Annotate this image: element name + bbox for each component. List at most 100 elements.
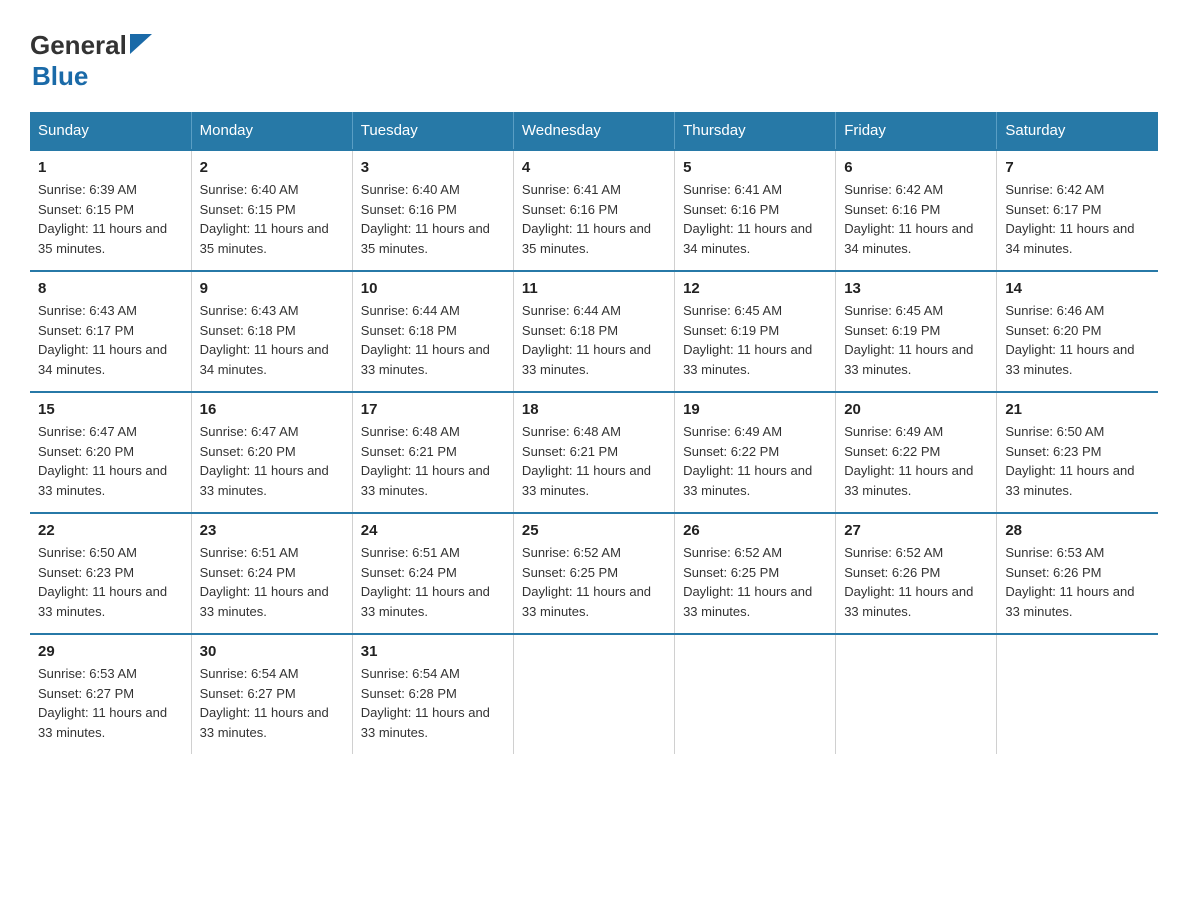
day-info: Sunrise: 6:44 AMSunset: 6:18 PMDaylight:… xyxy=(522,303,651,377)
calendar-cell: 24 Sunrise: 6:51 AMSunset: 6:24 PMDaylig… xyxy=(352,513,513,634)
calendar-week-row: 15 Sunrise: 6:47 AMSunset: 6:20 PMDaylig… xyxy=(30,392,1158,513)
calendar-week-row: 1 Sunrise: 6:39 AMSunset: 6:15 PMDayligh… xyxy=(30,150,1158,271)
calendar-cell xyxy=(675,634,836,754)
calendar-cell: 31 Sunrise: 6:54 AMSunset: 6:28 PMDaylig… xyxy=(352,634,513,754)
day-number: 15 xyxy=(38,401,183,418)
calendar-cell: 29 Sunrise: 6:53 AMSunset: 6:27 PMDaylig… xyxy=(30,634,191,754)
day-info: Sunrise: 6:51 AMSunset: 6:24 PMDaylight:… xyxy=(200,545,329,619)
calendar-cell: 27 Sunrise: 6:52 AMSunset: 6:26 PMDaylig… xyxy=(836,513,997,634)
page-header: General Blue xyxy=(30,30,1158,92)
day-info: Sunrise: 6:40 AMSunset: 6:16 PMDaylight:… xyxy=(361,182,490,256)
day-info: Sunrise: 6:53 AMSunset: 6:26 PMDaylight:… xyxy=(1005,545,1134,619)
day-number: 31 xyxy=(361,643,505,660)
calendar-cell: 1 Sunrise: 6:39 AMSunset: 6:15 PMDayligh… xyxy=(30,150,191,271)
calendar-cell: 8 Sunrise: 6:43 AMSunset: 6:17 PMDayligh… xyxy=(30,271,191,392)
day-number: 21 xyxy=(1005,401,1150,418)
day-number: 8 xyxy=(38,280,183,297)
calendar-cell: 14 Sunrise: 6:46 AMSunset: 6:20 PMDaylig… xyxy=(997,271,1158,392)
day-info: Sunrise: 6:39 AMSunset: 6:15 PMDaylight:… xyxy=(38,182,167,256)
day-number: 30 xyxy=(200,643,344,660)
day-number: 3 xyxy=(361,159,505,176)
calendar-cell: 19 Sunrise: 6:49 AMSunset: 6:22 PMDaylig… xyxy=(675,392,836,513)
day-info: Sunrise: 6:40 AMSunset: 6:15 PMDaylight:… xyxy=(200,182,329,256)
day-info: Sunrise: 6:53 AMSunset: 6:27 PMDaylight:… xyxy=(38,666,167,740)
calendar-cell: 17 Sunrise: 6:48 AMSunset: 6:21 PMDaylig… xyxy=(352,392,513,513)
calendar-cell: 10 Sunrise: 6:44 AMSunset: 6:18 PMDaylig… xyxy=(352,271,513,392)
day-number: 27 xyxy=(844,522,988,539)
day-info: Sunrise: 6:42 AMSunset: 6:16 PMDaylight:… xyxy=(844,182,973,256)
day-info: Sunrise: 6:48 AMSunset: 6:21 PMDaylight:… xyxy=(361,424,490,498)
day-info: Sunrise: 6:47 AMSunset: 6:20 PMDaylight:… xyxy=(200,424,329,498)
day-info: Sunrise: 6:49 AMSunset: 6:22 PMDaylight:… xyxy=(844,424,973,498)
day-info: Sunrise: 6:50 AMSunset: 6:23 PMDaylight:… xyxy=(38,545,167,619)
calendar-cell: 18 Sunrise: 6:48 AMSunset: 6:21 PMDaylig… xyxy=(513,392,674,513)
calendar-cell xyxy=(997,634,1158,754)
day-number: 14 xyxy=(1005,280,1150,297)
day-number: 18 xyxy=(522,401,666,418)
day-number: 24 xyxy=(361,522,505,539)
calendar-cell: 12 Sunrise: 6:45 AMSunset: 6:19 PMDaylig… xyxy=(675,271,836,392)
day-info: Sunrise: 6:48 AMSunset: 6:21 PMDaylight:… xyxy=(522,424,651,498)
calendar-table: SundayMondayTuesdayWednesdayThursdayFrid… xyxy=(30,112,1158,754)
day-info: Sunrise: 6:52 AMSunset: 6:26 PMDaylight:… xyxy=(844,545,973,619)
calendar-cell xyxy=(836,634,997,754)
calendar-cell: 23 Sunrise: 6:51 AMSunset: 6:24 PMDaylig… xyxy=(191,513,352,634)
calendar-cell: 5 Sunrise: 6:41 AMSunset: 6:16 PMDayligh… xyxy=(675,150,836,271)
day-info: Sunrise: 6:42 AMSunset: 6:17 PMDaylight:… xyxy=(1005,182,1134,256)
calendar-cell: 11 Sunrise: 6:44 AMSunset: 6:18 PMDaylig… xyxy=(513,271,674,392)
calendar-cell: 21 Sunrise: 6:50 AMSunset: 6:23 PMDaylig… xyxy=(997,392,1158,513)
day-info: Sunrise: 6:47 AMSunset: 6:20 PMDaylight:… xyxy=(38,424,167,498)
day-number: 25 xyxy=(522,522,666,539)
calendar-cell: 16 Sunrise: 6:47 AMSunset: 6:20 PMDaylig… xyxy=(191,392,352,513)
day-number: 12 xyxy=(683,280,827,297)
calendar-cell: 13 Sunrise: 6:45 AMSunset: 6:19 PMDaylig… xyxy=(836,271,997,392)
day-number: 13 xyxy=(844,280,988,297)
header-tuesday: Tuesday xyxy=(352,112,513,150)
day-info: Sunrise: 6:45 AMSunset: 6:19 PMDaylight:… xyxy=(844,303,973,377)
header-monday: Monday xyxy=(191,112,352,150)
day-info: Sunrise: 6:50 AMSunset: 6:23 PMDaylight:… xyxy=(1005,424,1134,498)
day-info: Sunrise: 6:41 AMSunset: 6:16 PMDaylight:… xyxy=(522,182,651,256)
day-number: 7 xyxy=(1005,159,1150,176)
day-number: 1 xyxy=(38,159,183,176)
calendar-header-row: SundayMondayTuesdayWednesdayThursdayFrid… xyxy=(30,112,1158,150)
header-thursday: Thursday xyxy=(675,112,836,150)
day-info: Sunrise: 6:44 AMSunset: 6:18 PMDaylight:… xyxy=(361,303,490,377)
day-number: 26 xyxy=(683,522,827,539)
day-info: Sunrise: 6:54 AMSunset: 6:27 PMDaylight:… xyxy=(200,666,329,740)
calendar-cell xyxy=(513,634,674,754)
calendar-cell: 7 Sunrise: 6:42 AMSunset: 6:17 PMDayligh… xyxy=(997,150,1158,271)
calendar-cell: 25 Sunrise: 6:52 AMSunset: 6:25 PMDaylig… xyxy=(513,513,674,634)
calendar-cell: 3 Sunrise: 6:40 AMSunset: 6:16 PMDayligh… xyxy=(352,150,513,271)
day-number: 23 xyxy=(200,522,344,539)
header-sunday: Sunday xyxy=(30,112,191,150)
calendar-week-row: 29 Sunrise: 6:53 AMSunset: 6:27 PMDaylig… xyxy=(30,634,1158,754)
day-number: 22 xyxy=(38,522,183,539)
day-number: 28 xyxy=(1005,522,1150,539)
calendar-cell: 20 Sunrise: 6:49 AMSunset: 6:22 PMDaylig… xyxy=(836,392,997,513)
logo-general-text: General xyxy=(30,30,127,61)
day-info: Sunrise: 6:46 AMSunset: 6:20 PMDaylight:… xyxy=(1005,303,1134,377)
day-number: 10 xyxy=(361,280,505,297)
day-number: 5 xyxy=(683,159,827,176)
day-info: Sunrise: 6:52 AMSunset: 6:25 PMDaylight:… xyxy=(683,545,812,619)
calendar-cell: 22 Sunrise: 6:50 AMSunset: 6:23 PMDaylig… xyxy=(30,513,191,634)
calendar-cell: 30 Sunrise: 6:54 AMSunset: 6:27 PMDaylig… xyxy=(191,634,352,754)
calendar-cell: 26 Sunrise: 6:52 AMSunset: 6:25 PMDaylig… xyxy=(675,513,836,634)
calendar-cell: 6 Sunrise: 6:42 AMSunset: 6:16 PMDayligh… xyxy=(836,150,997,271)
logo-arrow-icon xyxy=(130,34,152,54)
day-info: Sunrise: 6:51 AMSunset: 6:24 PMDaylight:… xyxy=(361,545,490,619)
header-saturday: Saturday xyxy=(997,112,1158,150)
day-number: 11 xyxy=(522,280,666,297)
calendar-week-row: 22 Sunrise: 6:50 AMSunset: 6:23 PMDaylig… xyxy=(30,513,1158,634)
day-info: Sunrise: 6:45 AMSunset: 6:19 PMDaylight:… xyxy=(683,303,812,377)
day-number: 6 xyxy=(844,159,988,176)
logo: General Blue xyxy=(30,30,152,92)
day-number: 29 xyxy=(38,643,183,660)
calendar-week-row: 8 Sunrise: 6:43 AMSunset: 6:17 PMDayligh… xyxy=(30,271,1158,392)
day-number: 16 xyxy=(200,401,344,418)
day-info: Sunrise: 6:49 AMSunset: 6:22 PMDaylight:… xyxy=(683,424,812,498)
header-friday: Friday xyxy=(836,112,997,150)
calendar-cell: 15 Sunrise: 6:47 AMSunset: 6:20 PMDaylig… xyxy=(30,392,191,513)
calendar-cell: 28 Sunrise: 6:53 AMSunset: 6:26 PMDaylig… xyxy=(997,513,1158,634)
